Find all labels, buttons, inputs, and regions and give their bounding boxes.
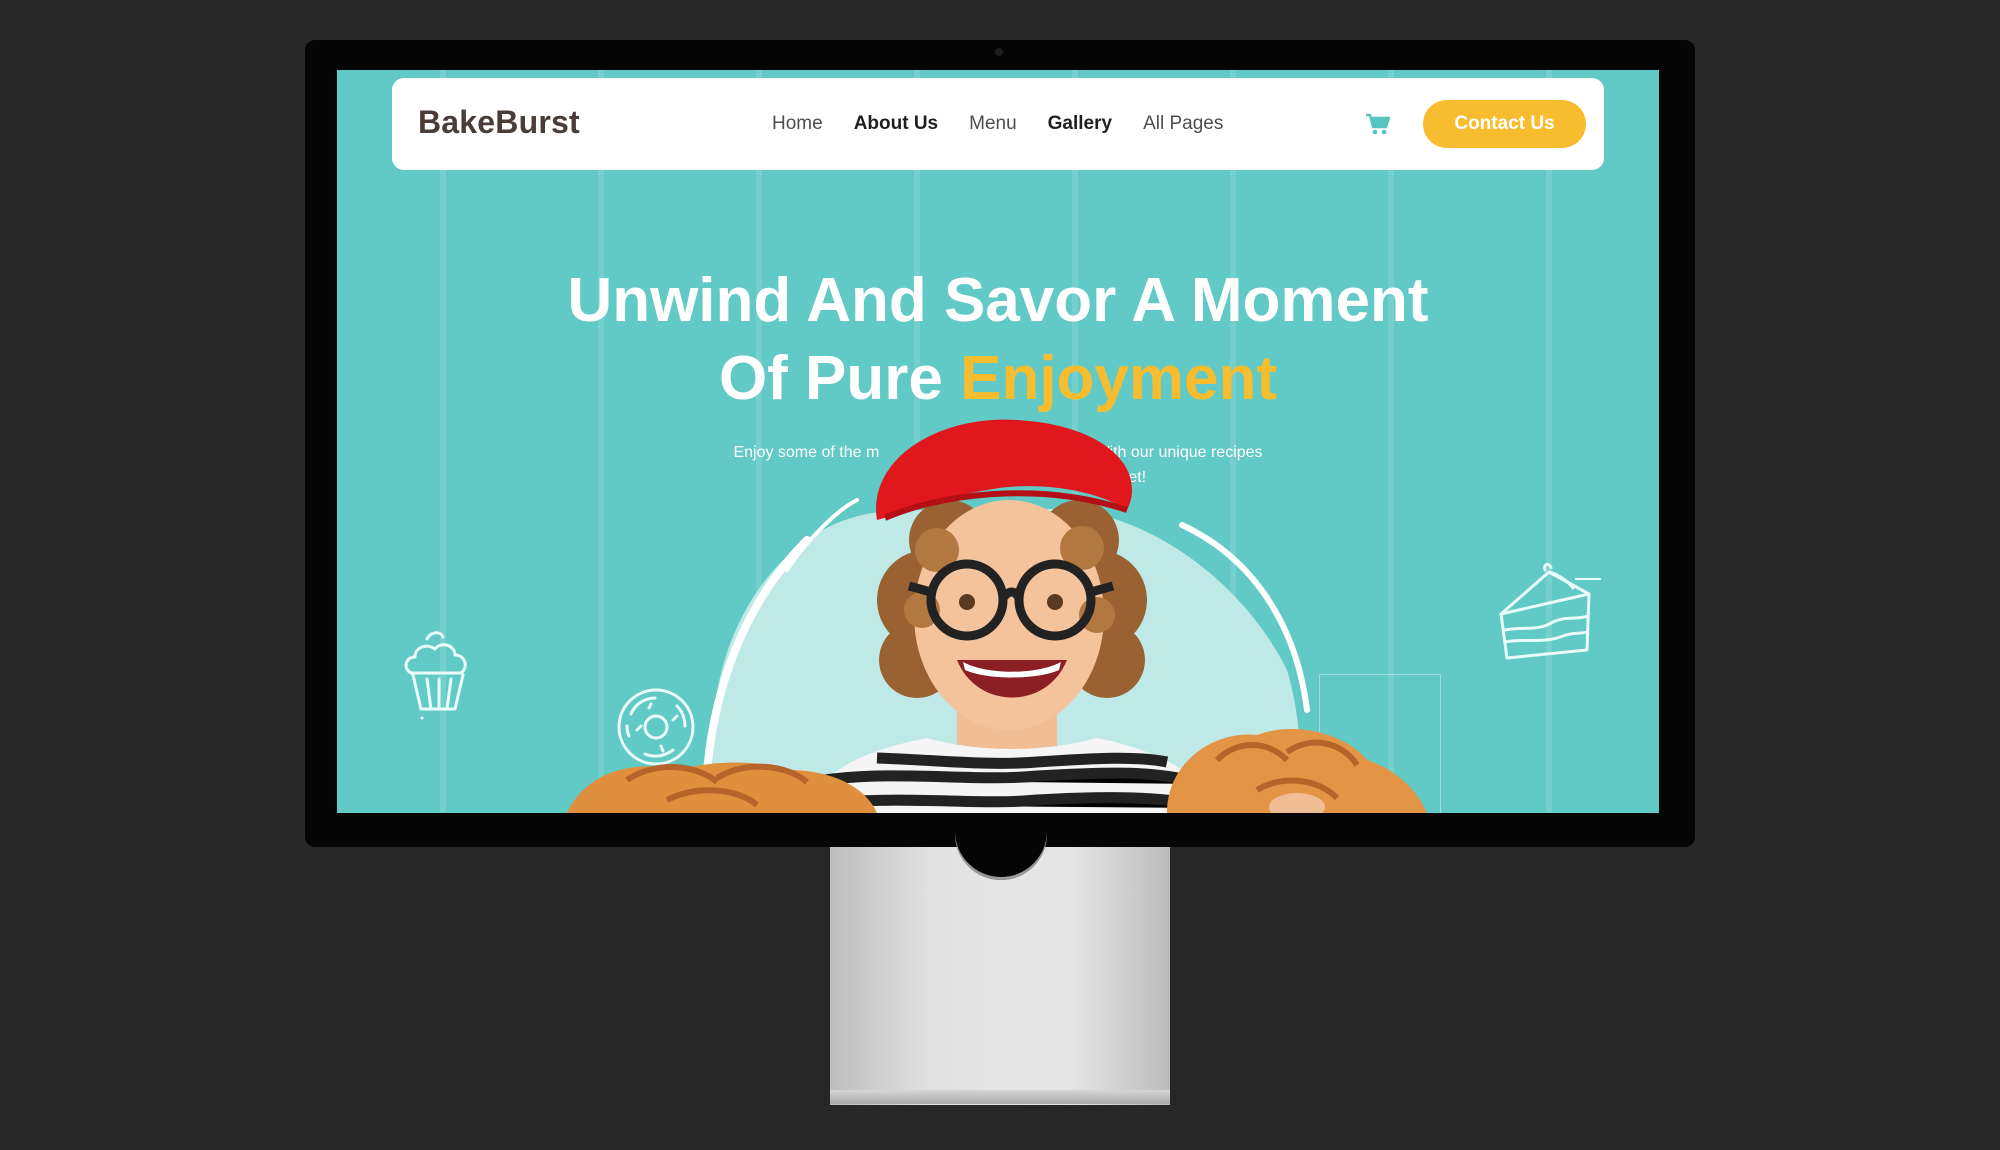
navbar: BakeBurst Home About Us Menu Gallery All… [392,78,1604,170]
monitor-frame: BakeBurst Home About Us Menu Gallery All… [305,40,1695,847]
cart-icon[interactable] [1365,112,1391,136]
nav-all-pages[interactable]: All Pages [1143,113,1223,135]
contact-us-button[interactable]: Contact Us [1423,100,1586,148]
monitor-stand [830,847,1170,1105]
monitor-stand-base [830,1090,1170,1104]
nav-home[interactable]: Home [772,113,823,135]
nav-links: Home About Us Menu Gallery All Pages [772,78,1223,170]
hero-woman-image [567,419,1427,813]
website-screen: BakeBurst Home About Us Menu Gallery All… [337,70,1659,813]
brand-logo[interactable]: BakeBurst [418,104,580,141]
nav-menu[interactable]: Menu [969,113,1017,135]
webcam [995,48,1003,56]
nav-about-us[interactable]: About Us [854,113,938,135]
nav-gallery[interactable]: Gallery [1048,113,1112,135]
